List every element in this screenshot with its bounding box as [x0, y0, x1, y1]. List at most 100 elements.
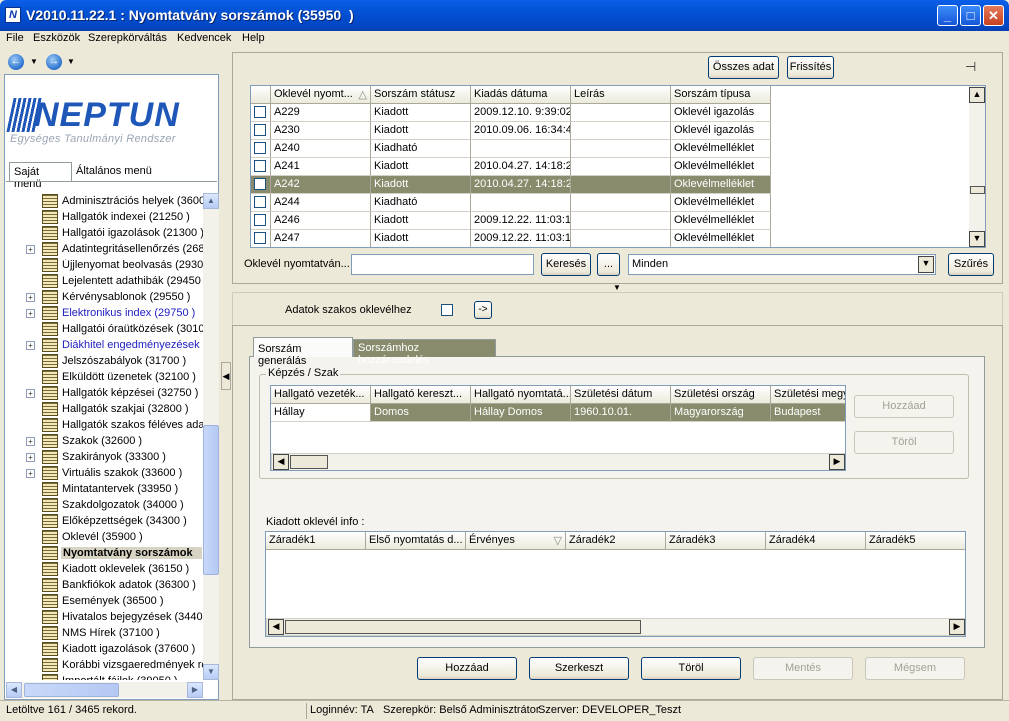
menu-file[interactable]: File — [6, 32, 24, 44]
tree-item[interactable]: Adminisztrációs helyek (3600 — [6, 193, 203, 209]
issued-info-grid[interactable]: Záradék1 Első nyomtatás d... Érvényes ▽ Zára… — [265, 531, 966, 637]
row-checkbox-cell[interactable] — [251, 158, 271, 176]
row-checkbox[interactable] — [254, 142, 266, 154]
tree-vertical-scrollbar[interactable]: ▲ ▼ — [203, 193, 219, 680]
tree-item[interactable]: + Kérvénysablonok (29550 ) — [6, 289, 203, 305]
tree-item[interactable]: Kiadott oklevelek (36150 ) — [6, 561, 203, 577]
tab-own-menu[interactable]: Saját menü — [9, 162, 72, 190]
expand-plus-icon[interactable]: + — [26, 341, 35, 350]
tree-item[interactable]: Importált fájlok (39050 ) — [6, 673, 203, 680]
training-grid[interactable]: Hallgató vezeték... Hallgató kereszt... Ha… — [270, 385, 846, 471]
tree-item[interactable]: Szakdolgozatok (34000 ) — [6, 497, 203, 513]
row-checkbox[interactable] — [254, 124, 266, 136]
issued-header[interactable]: Záradék4 — [766, 532, 866, 550]
add-button[interactable]: Hozzáad — [417, 657, 517, 680]
issued-scroll-right-icon[interactable]: ▶ — [949, 619, 965, 635]
scroll-left-icon[interactable]: ◀ — [6, 682, 22, 698]
tree-item[interactable]: Hallgatók szakos féléves ada — [6, 417, 203, 433]
all-data-button[interactable]: Összes adat — [708, 56, 779, 79]
tree-item[interactable]: + Szakok (32600 ) — [6, 433, 203, 449]
forward-arrow-icon[interactable]: → — [46, 54, 62, 70]
ellipsis-button[interactable]: ... — [597, 253, 620, 276]
expand-plus-icon[interactable]: + — [26, 389, 35, 398]
tree-item[interactable]: Elküldött üzenetek (32100 ) — [6, 369, 203, 385]
grid-header[interactable]: Oklevél nyomt... △ — [271, 86, 371, 104]
issued-header[interactable]: Záradék5 — [866, 532, 965, 550]
tree-item[interactable]: Hallgatók szakjai (32800 ) — [6, 401, 203, 417]
tree-item[interactable]: Kiadott igazolások (37600 ) — [6, 641, 203, 657]
menu-tools[interactable]: Eszközök — [33, 32, 80, 44]
menu-favorites[interactable]: Kedvencek — [177, 32, 231, 44]
training-header[interactable]: Hallgató nyomtatá... — [471, 386, 571, 404]
tree-item[interactable]: Hallgatói igazolások (21300 ) — [6, 225, 203, 241]
cancel-button[interactable]: Mégsem — [865, 657, 965, 680]
tab-general-menu[interactable]: Általános menü — [72, 162, 158, 182]
refresh-button[interactable]: Frissítés — [787, 56, 834, 79]
grid-scroll-up-icon[interactable]: ▲ — [969, 87, 985, 103]
row-checkbox[interactable] — [254, 214, 266, 226]
row-checkbox[interactable] — [254, 106, 266, 118]
tree-item[interactable]: Bankfiókok adatok (36300 ) — [6, 577, 203, 593]
menu-tree[interactable]: Adminisztrációs helyek (3600 Hallgatók in… — [6, 193, 203, 680]
scroll-down-icon[interactable]: ▼ — [203, 664, 219, 680]
forward-dropdown-icon[interactable]: ▼ — [67, 57, 75, 66]
row-checkbox[interactable] — [254, 178, 266, 190]
tree-item[interactable]: + Diákhitel engedményezések ( — [6, 337, 203, 353]
row-checkbox[interactable] — [254, 196, 266, 208]
tree-item[interactable]: + Virtuális szakok (33600 ) — [6, 465, 203, 481]
close-button[interactable]: ✕ — [983, 5, 1004, 26]
edit-button[interactable]: Szerkeszt — [529, 657, 629, 680]
serial-number-grid[interactable]: Oklevél nyomt... △ Sorszám státusz Kiadás d… — [250, 85, 986, 248]
tree-item[interactable]: Oklevél (35900 ) — [6, 529, 203, 545]
training-add-button[interactable]: Hozzáad — [854, 395, 954, 418]
major-diploma-checkbox[interactable] — [441, 304, 453, 316]
training-header[interactable]: Hallgató kereszt... — [371, 386, 471, 404]
tab-serial-assignment[interactable]: Sorszámhoz hozzárendelés — [353, 339, 496, 366]
search-button[interactable]: Keresés — [541, 253, 591, 276]
back-arrow-icon[interactable]: ← — [8, 54, 24, 70]
tree-item[interactable]: Hallgatói óraütközések (3010 — [6, 321, 203, 337]
expand-plus-icon[interactable]: + — [26, 293, 35, 302]
expand-plus-icon[interactable]: + — [26, 437, 35, 446]
training-horizontal-scrollbar[interactable]: ◀ ▶ — [271, 453, 845, 470]
row-checkbox-cell[interactable] — [251, 194, 271, 212]
issued-header[interactable]: Első nyomtatás d... — [366, 532, 466, 550]
grid-header[interactable]: Leírás — [571, 86, 671, 104]
row-checkbox-cell[interactable] — [251, 122, 271, 140]
training-scroll-thumb[interactable] — [290, 455, 328, 469]
panel-splitter[interactable]: ◀ — [219, 52, 232, 700]
collapse-left-icon[interactable]: ◀ — [221, 362, 231, 390]
tree-item[interactable]: Hivatalos bejegyzések (34400 — [6, 609, 203, 625]
filter-select[interactable]: Minden ▼ — [628, 254, 936, 275]
search-input[interactable] — [351, 254, 534, 275]
grid-header[interactable]: Kiadás dátuma — [471, 86, 571, 104]
delete-button[interactable]: Töröl — [641, 657, 741, 680]
tree-item[interactable]: Mintatantervek (33950 ) — [6, 481, 203, 497]
expand-plus-icon[interactable]: + — [26, 245, 35, 254]
row-checkbox-cell[interactable] — [251, 212, 271, 230]
issued-horizontal-scrollbar[interactable]: ◀ ▶ — [266, 618, 965, 636]
expand-plus-icon[interactable]: + — [26, 309, 35, 318]
tree-item[interactable]: + Hallgatók képzései (32750 ) — [6, 385, 203, 401]
pin-icon[interactable]: ⊣ — [965, 59, 976, 75]
expand-plus-icon[interactable]: + — [26, 469, 35, 478]
tree-item[interactable]: Hallgatók indexei (21250 ) — [6, 209, 203, 225]
issued-scroll-left-icon[interactable]: ◀ — [268, 619, 284, 635]
tree-item[interactable]: Korábbi vizsgaeredmények rö — [6, 657, 203, 673]
issued-header[interactable]: Záradék1 — [266, 532, 366, 550]
scroll-up-icon[interactable]: ▲ — [203, 193, 219, 209]
issued-header[interactable]: Záradék2 — [566, 532, 666, 550]
tab-serial-generation[interactable]: Sorszám generálás — [253, 337, 353, 367]
minimize-button[interactable]: _ — [937, 5, 958, 26]
row-checkbox[interactable] — [254, 160, 266, 172]
expand-plus-icon[interactable]: + — [26, 453, 35, 462]
scroll-right-icon[interactable]: ▶ — [187, 682, 203, 698]
training-delete-button[interactable]: Töröl — [854, 431, 954, 454]
grid-header[interactable]: Sorszám típusa — [671, 86, 771, 104]
tree-item[interactable]: Események (36500 ) — [6, 593, 203, 609]
training-header[interactable]: Születési megy — [771, 386, 845, 404]
scroll-thumb-h[interactable] — [24, 683, 119, 697]
issued-header[interactable]: Záradék3 — [666, 532, 766, 550]
tree-item[interactable]: + Adatintegritásellenőrzés (268 — [6, 241, 203, 257]
tree-item[interactable]: Jelszószabályok (31700 ) — [6, 353, 203, 369]
